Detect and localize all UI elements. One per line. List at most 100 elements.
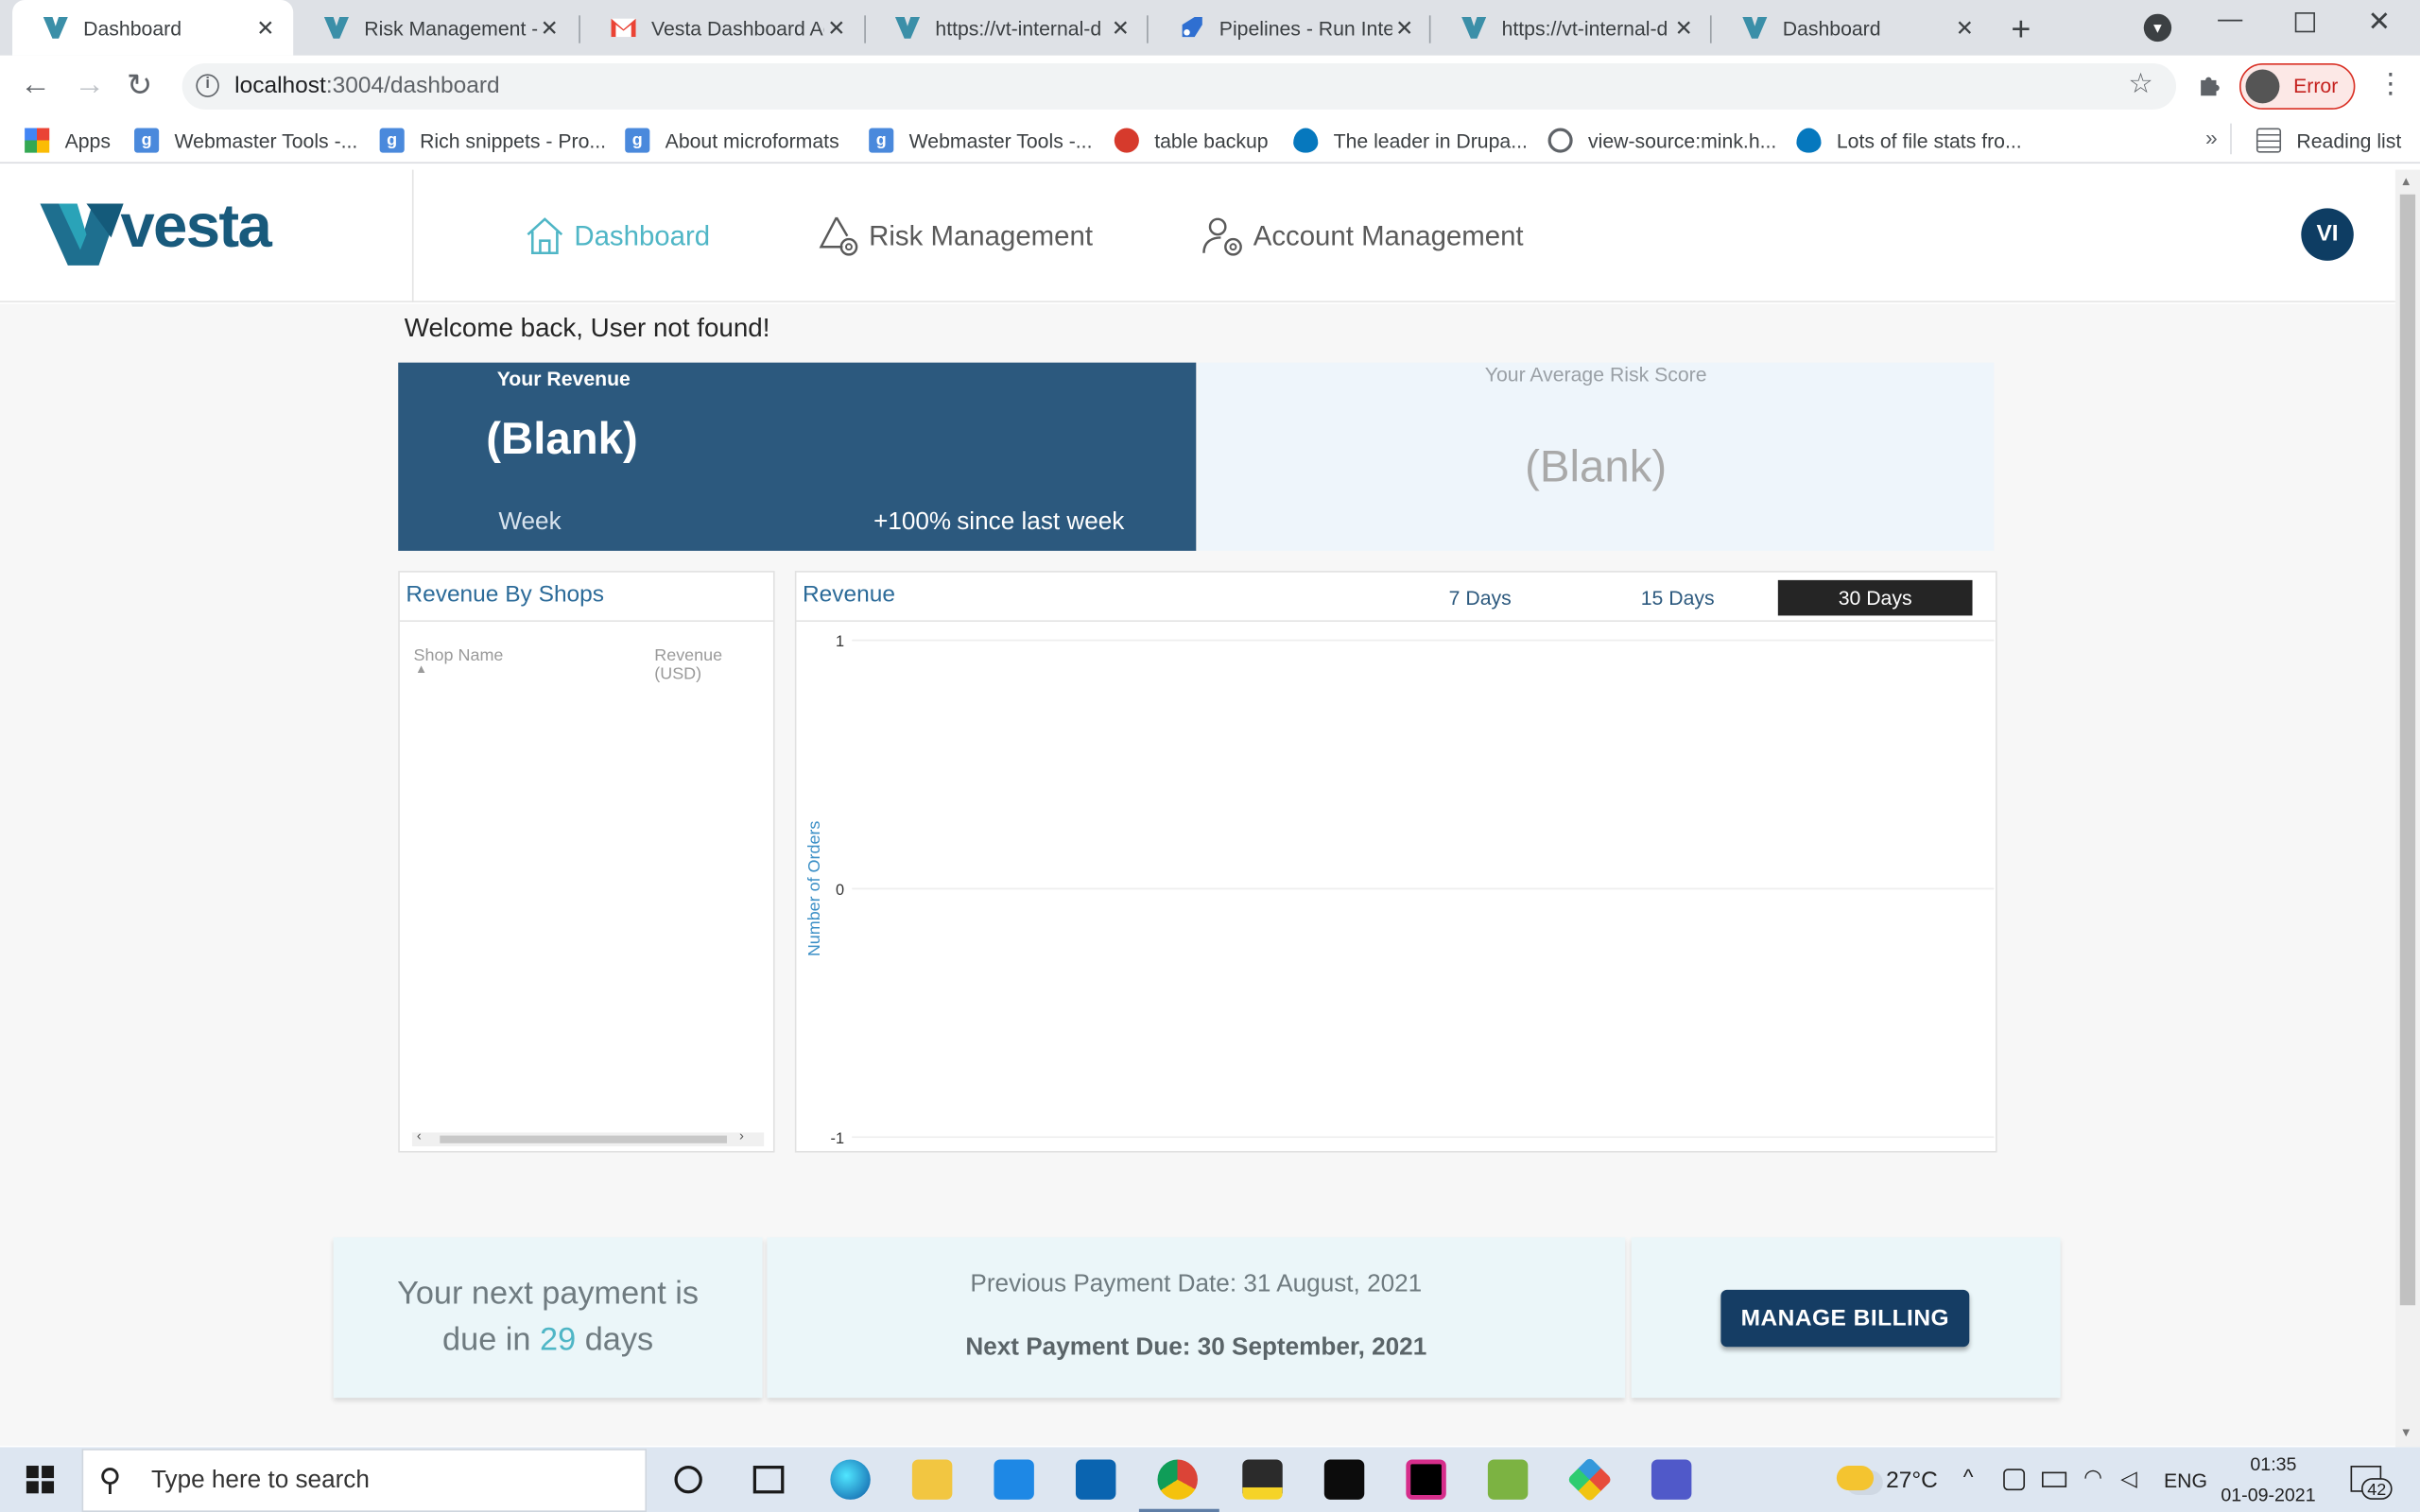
revenue-chart: 1 0 -1 Number of Orders	[804, 633, 1995, 1147]
bookmark-label: Apps	[64, 129, 111, 152]
reload-icon[interactable]: ↻	[127, 66, 152, 105]
nav-dashboard[interactable]: Dashboard	[522, 210, 710, 263]
bookmark-label: The leader in Drupa...	[1333, 129, 1528, 152]
teams-icon[interactable]	[1651, 1459, 1692, 1500]
close-tab-icon[interactable]: ✕	[537, 15, 562, 42]
extensions-icon[interactable]	[2196, 71, 2223, 98]
bookmark-about-microformats[interactable]: g About microformats	[625, 125, 839, 156]
minimize-window-icon[interactable]: —	[2218, 7, 2242, 34]
close-tab-icon[interactable]: ✕	[1108, 15, 1132, 42]
new-tab-icon[interactable]: +	[2011, 9, 2031, 49]
browser-tab-dashboard-2[interactable]: Dashboard ✕	[1712, 0, 1993, 56]
y-tick-label: 1	[836, 633, 844, 650]
bookmark-label: Webmaster Tools -...	[174, 129, 358, 152]
bookmark-rich-snippets[interactable]: g Rich snippets - Pro...	[379, 125, 606, 156]
close-window-icon[interactable]: ✕	[2367, 7, 2391, 39]
bookmark-label: About microformats	[665, 129, 839, 152]
globe-icon	[1547, 128, 1573, 153]
bookmarks-divider	[2230, 123, 2232, 155]
edge-icon[interactable]	[830, 1459, 871, 1500]
chrome-icon[interactable]	[1157, 1459, 1198, 1500]
back-arrow-icon[interactable]: ←	[20, 68, 51, 104]
scroll-up-icon[interactable]: ▲	[2400, 174, 2412, 188]
taskbar-search-box[interactable]: ⚲ Type here to search	[81, 1449, 648, 1512]
horizontal-scrollbar[interactable]: ‹ ›	[411, 1127, 765, 1147]
browser-tab-internal-2[interactable]: https://vt-internal-d ✕	[1430, 0, 1711, 56]
close-tab-icon[interactable]: ✕	[824, 15, 849, 42]
scroll-down-icon[interactable]: ▼	[2400, 1426, 2412, 1440]
search-placeholder: Type here to search	[150, 1467, 370, 1494]
bookmark-table-backup[interactable]: table backup	[1114, 125, 1269, 156]
bookmark-file-stats[interactable]: Lots of file stats fro...	[1796, 125, 2022, 156]
range-30-days-button[interactable]: 30 Days	[1777, 579, 1973, 616]
scroll-left-icon[interactable]: ‹	[417, 1127, 422, 1143]
due-suffix: days	[584, 1322, 654, 1358]
site-info-icon[interactable]: i	[196, 74, 219, 97]
revenue-change-caption: since last week	[957, 508, 1125, 536]
sort-ascending-icon[interactable]: ▲	[415, 662, 427, 676]
file-explorer-icon[interactable]	[911, 1459, 953, 1500]
panel-divider	[399, 620, 773, 622]
nav-risk-management[interactable]: Risk Management	[817, 210, 1093, 263]
profile-error-button[interactable]: Error	[2238, 62, 2356, 110]
azure-pipelines-icon	[1179, 15, 1203, 40]
vesta-logo[interactable]: vesta	[40, 193, 294, 271]
column-header-revenue[interactable]: Revenue (USD)	[654, 646, 773, 683]
scroll-right-icon[interactable]: ›	[739, 1127, 744, 1143]
temperature[interactable]: 27°C	[1886, 1468, 1938, 1494]
task-view-icon[interactable]	[752, 1466, 785, 1494]
nav-account-management[interactable]: Account Management	[1201, 210, 1524, 263]
tab-search-icon[interactable]: ▼	[2143, 13, 2172, 43]
input-language[interactable]: ENG	[2164, 1469, 2207, 1491]
clock-date[interactable]: 01-09-2021	[2221, 1485, 2315, 1506]
browser-tab-pipelines[interactable]: Pipelines - Run Inter ✕	[1149, 0, 1432, 56]
sticky-app-icon[interactable]	[1242, 1459, 1283, 1500]
reading-list-button[interactable]: Reading list	[2256, 125, 2401, 156]
close-tab-icon[interactable]: ✕	[1392, 15, 1417, 42]
forward-arrow-icon[interactable]: →	[74, 68, 105, 104]
more-bookmarks-icon[interactable]: »	[2205, 125, 2218, 149]
battery-icon[interactable]	[2041, 1471, 2067, 1487]
range-7-days-button[interactable]: 7 Days	[1383, 580, 1578, 616]
browser-tab-internal-1[interactable]: https://vt-internal-d ✕	[864, 0, 1148, 56]
outlook-icon[interactable]	[1075, 1459, 1116, 1500]
brand-wordmark: vesta	[120, 193, 272, 261]
manage-billing-button[interactable]: MANAGE BILLING	[1720, 1289, 1970, 1348]
bookmark-star-icon[interactable]: ☆	[2128, 68, 2152, 100]
windows-start-icon[interactable]	[26, 1466, 55, 1494]
browser-tab-gmail[interactable]: Vesta Dashboard Ac ✕	[580, 0, 864, 56]
browser-tab-dashboard[interactable]: Dashboard ✕	[12, 0, 294, 56]
wifi-icon[interactable]: ◠	[2083, 1464, 2102, 1490]
url-text[interactable]: localhost:3004/dashboard	[234, 73, 500, 99]
range-15-days-button[interactable]: 15 Days	[1581, 580, 1775, 616]
bookmark-apps[interactable]: Apps	[25, 125, 111, 156]
close-tab-icon[interactable]: ✕	[1952, 15, 1977, 42]
restore-window-icon[interactable]	[2294, 12, 2315, 33]
weather-icon[interactable]	[1836, 1466, 1875, 1491]
revenue-by-shops-panel: Revenue By Shops Shop Name ▲ Revenue (US…	[398, 571, 775, 1153]
notepad-icon[interactable]	[1487, 1459, 1529, 1500]
close-tab-icon[interactable]: ✕	[1671, 15, 1696, 42]
terminal-icon[interactable]	[1323, 1459, 1365, 1500]
volume-icon[interactable]: ◁	[2120, 1466, 2137, 1492]
bookmark-webmaster-tools-2[interactable]: g Webmaster Tools -...	[869, 125, 1092, 156]
nav-label: Risk Management	[869, 219, 1094, 251]
clock-time[interactable]: 01:35	[2250, 1453, 2296, 1475]
browser-menu-icon[interactable]: ⋮	[2377, 68, 2404, 100]
vscode-icon[interactable]	[994, 1459, 1034, 1500]
user-avatar[interactable]: VI	[2301, 208, 2354, 261]
intellij-icon[interactable]	[1406, 1459, 1446, 1500]
scrollbar-thumb[interactable]	[440, 1135, 727, 1143]
close-tab-icon[interactable]: ✕	[253, 15, 278, 42]
bookmark-webmaster-tools-1[interactable]: g Webmaster Tools -...	[134, 125, 357, 156]
bookmark-view-source[interactable]: view-source:mink.h...	[1547, 125, 1776, 156]
meet-now-icon[interactable]	[2003, 1469, 2026, 1491]
browser-tab-risk-management[interactable]: Risk Management - ✕	[293, 0, 577, 56]
tab-title: https://vt-internal-d	[1501, 16, 1668, 40]
page-scrollbar-thumb[interactable]	[2399, 194, 2416, 1306]
due-prefix: Your next payment is	[397, 1276, 700, 1312]
show-hidden-icons-icon[interactable]: ^	[1963, 1464, 1974, 1488]
bookmark-drupal[interactable]: The leader in Drupa...	[1293, 125, 1528, 156]
risk-score-card: Your Average Risk Score (Blank)	[1197, 362, 1995, 551]
cortana-icon[interactable]	[674, 1466, 702, 1494]
